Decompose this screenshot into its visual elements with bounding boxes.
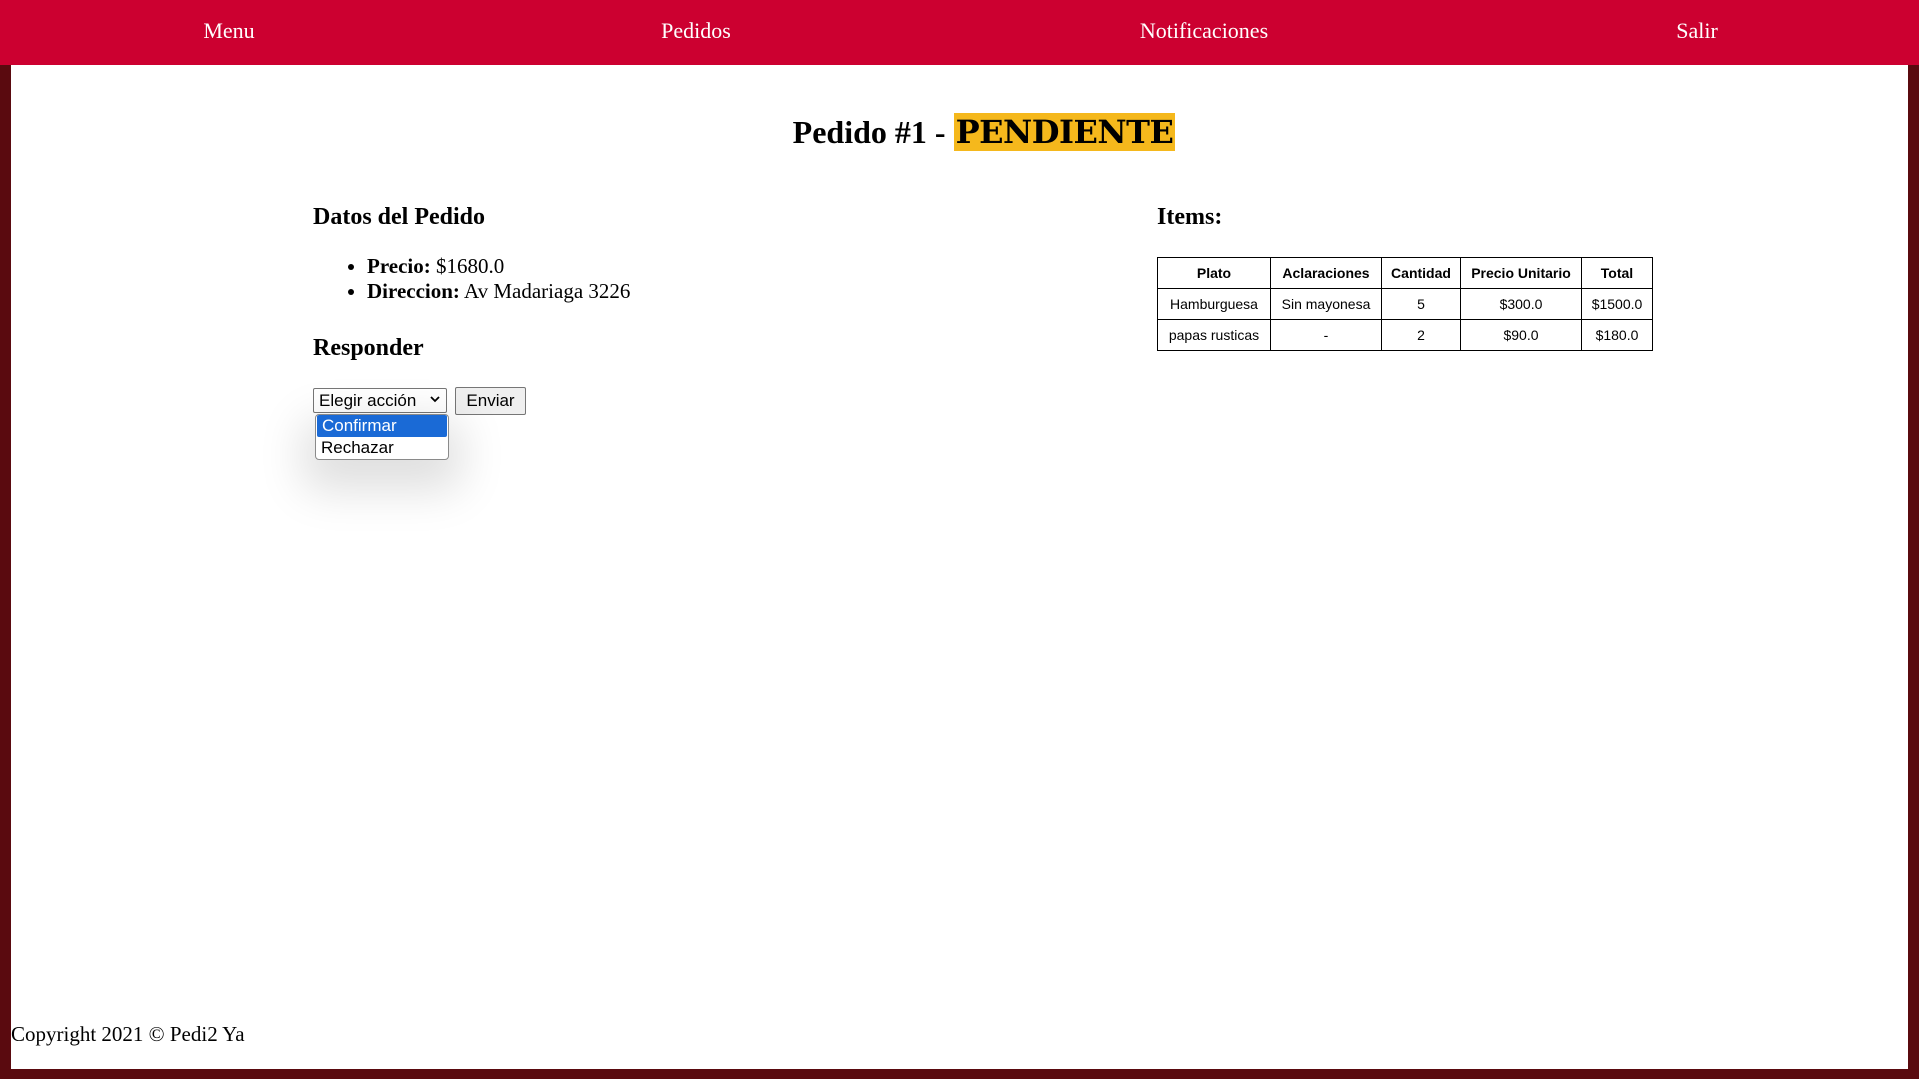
cell-aclaraciones: - [1270, 319, 1382, 351]
column-header: Aclaraciones [1270, 257, 1382, 289]
cell-cantidad: 5 [1381, 288, 1461, 320]
column-header: Cantidad [1381, 257, 1461, 289]
table-header-row: Plato Aclaraciones Cantidad Precio Unita… [1157, 257, 1653, 289]
items-table: Plato Aclaraciones Cantidad Precio Unita… [1157, 257, 1653, 351]
order-title-prefix: Pedido #1 - [792, 114, 954, 150]
action-select[interactable]: Elegir acción [313, 388, 447, 413]
respond-heading: Responder [313, 335, 424, 361]
address-item: Direccion: Av Madariaga 3226 [367, 279, 630, 304]
cell-plato: Hamburguesa [1157, 288, 1271, 320]
nav-item-salir[interactable]: Salir [1676, 0, 1718, 62]
column-header: Total [1581, 257, 1653, 289]
chevron-down-icon [430, 396, 440, 403]
cell-precio-unitario: $90.0 [1460, 319, 1582, 351]
page-title: Pedido #1 - PENDIENTE [11, 112, 1919, 152]
cell-cantidad: 2 [1381, 319, 1461, 351]
footer-copyright: Copyright 2021 © Pedi2 Ya [11, 1022, 245, 1046]
price-label: Precio: [367, 254, 431, 278]
nav-item-notificaciones[interactable]: Notificaciones [1140, 0, 1268, 62]
main-content: Pedido #1 - PENDIENTE Datos del Pedido P… [11, 65, 1908, 1069]
status-badge: PENDIENTE [953, 113, 1176, 151]
nav-item-pedidos[interactable]: Pedidos [661, 0, 731, 62]
address-value: Av Madariaga 3226 [459, 279, 631, 303]
order-details-list: Precio: $1680.0 Direccion: Av Madariaga … [313, 254, 630, 304]
action-dropdown: Confirmar Rechazar [315, 414, 449, 460]
cell-precio-unitario: $300.0 [1460, 288, 1582, 320]
cell-aclaraciones: Sin mayonesa [1270, 288, 1382, 320]
table-row: Hamburguesa Sin mayonesa 5 $300.0 $1500.… [1157, 288, 1653, 320]
option-rechazar[interactable]: Rechazar [316, 437, 448, 459]
table-row: papas rusticas - 2 $90.0 $180.0 [1157, 319, 1653, 351]
cell-total: $1500.0 [1581, 288, 1653, 320]
option-confirmar[interactable]: Confirmar [317, 415, 447, 437]
column-header: Precio Unitario [1460, 257, 1582, 289]
top-navbar: Menu Pedidos Notificaciones Salir [0, 0, 1919, 65]
items-heading: Items: [1157, 204, 1223, 230]
price-value: $1680.0 [430, 254, 505, 278]
cell-plato: papas rusticas [1157, 319, 1271, 351]
column-header: Plato [1157, 257, 1271, 289]
cell-total: $180.0 [1581, 319, 1653, 351]
price-item: Precio: $1680.0 [367, 254, 630, 279]
submit-button[interactable]: Enviar [455, 387, 526, 415]
order-details-heading: Datos del Pedido [313, 204, 486, 230]
nav-item-menu[interactable]: Menu [203, 0, 254, 62]
address-label: Direccion: [367, 279, 460, 303]
action-select-value: Elegir acción [319, 391, 417, 410]
